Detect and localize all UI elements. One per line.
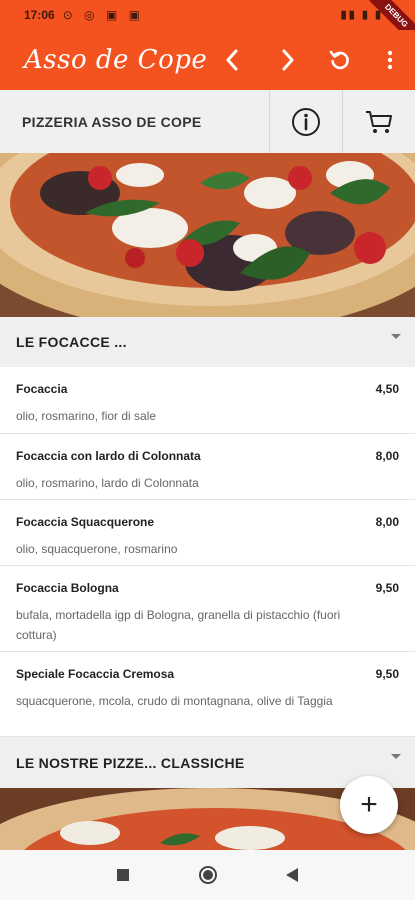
restaurant-name: PIZZERIA ASSO DE COPE	[22, 114, 202, 130]
menu-item[interactable]: Focaccia con lardo di Colonnata 8,00 oli…	[0, 434, 415, 500]
menu-item-description: squacquerone, mcola, crudo di montagnana…	[16, 694, 333, 708]
menu-item-price: 8,00	[375, 449, 399, 463]
menu-item-price: 4,50	[375, 382, 399, 396]
circle-icon	[199, 866, 217, 884]
refresh-button[interactable]	[318, 30, 362, 90]
more-menu-button[interactable]	[368, 30, 412, 90]
section-header-focacce[interactable]: LE FOCACCE ...	[0, 317, 415, 367]
notification-icons: ⊙ ◎ ▣ ▣	[62, 8, 144, 22]
info-button[interactable]	[270, 90, 342, 153]
restaurant-header: PIZZERIA ASSO DE COPE	[0, 90, 415, 154]
menu-item-price: 8,00	[375, 515, 399, 529]
cart-button[interactable]	[343, 90, 415, 153]
section-title: LE FOCACCE ...	[16, 334, 127, 350]
refresh-icon	[329, 50, 349, 70]
signal-battery-icons: ▮▮ ▮ ▮	[340, 9, 383, 21]
menu-item[interactable]: Speciale Focaccia Cremosa 9,50 squacquer…	[0, 652, 415, 737]
section-title: LE NOSTRE PIZZE... CLASSICHE	[16, 754, 245, 771]
more-vert-icon	[387, 50, 393, 70]
chevron-down-icon	[391, 754, 401, 759]
status-bar: 17:06 ⊙ ◎ ▣ ▣ ▮▮ ▮ ▮ DEBUG	[0, 0, 415, 54]
back-button[interactable]	[210, 30, 254, 90]
recents-button[interactable]	[98, 850, 148, 900]
add-button[interactable]: +	[340, 776, 398, 834]
menu-item[interactable]: Focaccia Squacquerone 8,00 olio, squacqu…	[0, 500, 415, 566]
home-button[interactable]	[183, 850, 233, 900]
pizza-hero-image	[0, 153, 415, 317]
chevron-left-icon	[226, 49, 238, 71]
chevron-right-icon	[282, 49, 294, 71]
menu-item-description: olio, rosmarino, lardo di Colonnata	[16, 476, 199, 490]
info-icon	[292, 107, 320, 136]
menu-item-name: Focaccia Squacquerone	[16, 515, 155, 529]
cart-icon	[366, 110, 392, 133]
menu-item-list: Focaccia 4,50 olio, rosmarino, fior di s…	[0, 367, 415, 737]
menu-item[interactable]: Focaccia Bologna 9,50 bufala, mortadella…	[0, 566, 415, 652]
triangle-back-icon	[286, 868, 298, 882]
chevron-down-icon	[391, 334, 401, 339]
menu-item-price: 9,50	[375, 581, 399, 595]
menu-item-name: Focaccia Bologna	[16, 581, 119, 595]
menu-item-name: Focaccia con lardo di Colonnata	[16, 449, 201, 463]
square-icon	[117, 869, 129, 881]
app-logo: Asso de Cope	[24, 45, 208, 75]
menu-item-price: 9,50	[375, 667, 399, 681]
back-nav-button[interactable]	[267, 850, 317, 900]
forward-button[interactable]	[266, 30, 310, 90]
system-nav-bar	[0, 850, 415, 900]
menu-item-name: Focaccia	[16, 382, 68, 396]
status-time: 17:06	[24, 8, 55, 22]
menu-item-name: Speciale Focaccia Cremosa	[16, 667, 175, 681]
menu-item-description: bufala, mortadella igp di Bologna, grane…	[16, 608, 341, 642]
menu-item-description: olio, squacquerone, rosmarino	[16, 542, 178, 556]
app-bar: Asso de Cope	[0, 30, 415, 90]
menu-item[interactable]: Focaccia 4,50 olio, rosmarino, fior di s…	[0, 367, 415, 434]
menu-item-description: olio, rosmarino, fior di sale	[16, 409, 157, 423]
